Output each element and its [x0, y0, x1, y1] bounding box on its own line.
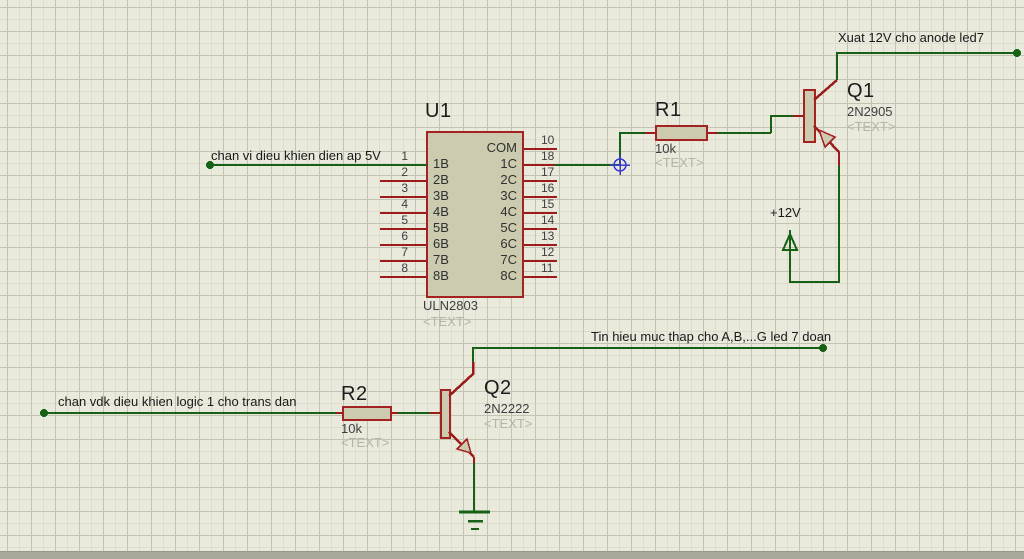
- junction-marker: [610, 155, 630, 175]
- u1-pin-number: 7: [401, 245, 408, 259]
- u1-pin-name: 4B: [433, 204, 449, 219]
- ground-symbol[interactable]: [459, 510, 490, 530]
- u1-pin-number: 10: [541, 133, 555, 147]
- net-label-12v-out: Xuat 12V cho anode led7: [838, 30, 985, 45]
- r2-ref-label: R2: [341, 383, 368, 405]
- q1-base-bar[interactable]: [803, 89, 816, 143]
- wire-q1-to-12v-rail[interactable]: [789, 166, 840, 283]
- schematic-canvas[interactable]: chan vi dieu khien dien ap 5V Xuat 12V c…: [0, 0, 1024, 559]
- u1-pin-number: 15: [541, 197, 555, 211]
- q1-ref-label: Q1: [847, 80, 875, 102]
- u1-pin-name: 7B: [433, 252, 449, 267]
- u1-pin-number: 16: [541, 181, 555, 195]
- u1-pin-name: COM: [486, 140, 517, 155]
- u1-pin-name: 5B: [433, 220, 449, 235]
- q2-ref-label: Q2: [484, 377, 512, 399]
- wire-terminal-dot: [1013, 49, 1021, 57]
- q1-collector: [813, 79, 838, 101]
- u1-pin-number: 13: [541, 229, 555, 243]
- r2-text-placeholder: <TEXT>: [341, 435, 390, 450]
- u1-pin-name: 2B: [433, 172, 449, 187]
- u1-pin-name: 2C: [500, 172, 517, 187]
- u1-pin-name: 6C: [500, 236, 517, 251]
- wire-low-signal[interactable]: [472, 347, 823, 362]
- u1-pin-number: 4: [401, 197, 408, 211]
- u1-pin-number: 11: [541, 261, 554, 275]
- u1-pin-name: 4C: [500, 204, 517, 219]
- u1-pin-number: 12: [541, 245, 555, 259]
- net-label-logic1: chan vdk dieu khien logic 1 cho trans da…: [58, 394, 297, 409]
- u1-pin-name: 6B: [433, 236, 449, 251]
- power-label-12v: +12V: [770, 205, 801, 220]
- u1-pin-name: 1B: [433, 156, 449, 171]
- u1-pin-number: 2: [401, 165, 408, 179]
- wire-12v-out[interactable]: [836, 52, 1017, 80]
- u1-pin-number: 1: [401, 149, 408, 163]
- q1-text-placeholder: <TEXT>: [847, 119, 896, 134]
- u1-pin-number: 5: [401, 213, 408, 227]
- r1-text-placeholder: <TEXT>: [655, 155, 704, 170]
- u1-pin-name: 7C: [500, 252, 517, 267]
- q2-transistor[interactable]: [440, 362, 475, 463]
- net-label-5v-input: chan vi dieu khien dien ap 5V: [211, 148, 381, 163]
- wire-terminal-dot: [819, 344, 827, 352]
- q2-collector: [448, 362, 475, 397]
- wire-terminal-dot: [40, 409, 48, 417]
- u1-text-placeholder: <TEXT>: [423, 314, 472, 329]
- u1-pin-name: 5C: [500, 220, 517, 235]
- q1-value-label: 2N2905: [847, 104, 893, 119]
- q1-transistor[interactable]: [803, 79, 840, 166]
- u1-pin-name: 3C: [500, 188, 517, 203]
- q2-value-label: 2N2222: [484, 401, 530, 416]
- u1-pin-name: 8C: [500, 268, 517, 283]
- r2-body[interactable]: [342, 406, 392, 421]
- u1-ref-label: U1: [425, 100, 452, 122]
- q2-text-placeholder: <TEXT>: [484, 416, 533, 431]
- u1-pin-number: 8: [401, 261, 408, 275]
- viewport-bottom-edge: [0, 551, 1024, 559]
- r1-body[interactable]: [655, 125, 708, 141]
- u1-pin-name: 3B: [433, 188, 449, 203]
- u1-pin-name: 1C: [500, 156, 517, 171]
- u1-pin-number: 14: [541, 213, 555, 227]
- r1-ref-label: R1: [655, 99, 682, 121]
- u1-pin-number: 6: [401, 229, 408, 243]
- q2-base-bar[interactable]: [440, 389, 451, 439]
- u1-pin-number: 17: [541, 165, 555, 179]
- power-arrow-12v[interactable]: [781, 230, 799, 251]
- u1-pin-name: 8B: [433, 268, 449, 283]
- u1-pin-number: 3: [401, 181, 408, 195]
- u1-pin-number: 18: [541, 149, 555, 163]
- u1-value-label: ULN2803: [423, 298, 478, 313]
- net-label-low-signal: Tin hieu muc thap cho A,B,...G led 7 doa…: [591, 329, 832, 344]
